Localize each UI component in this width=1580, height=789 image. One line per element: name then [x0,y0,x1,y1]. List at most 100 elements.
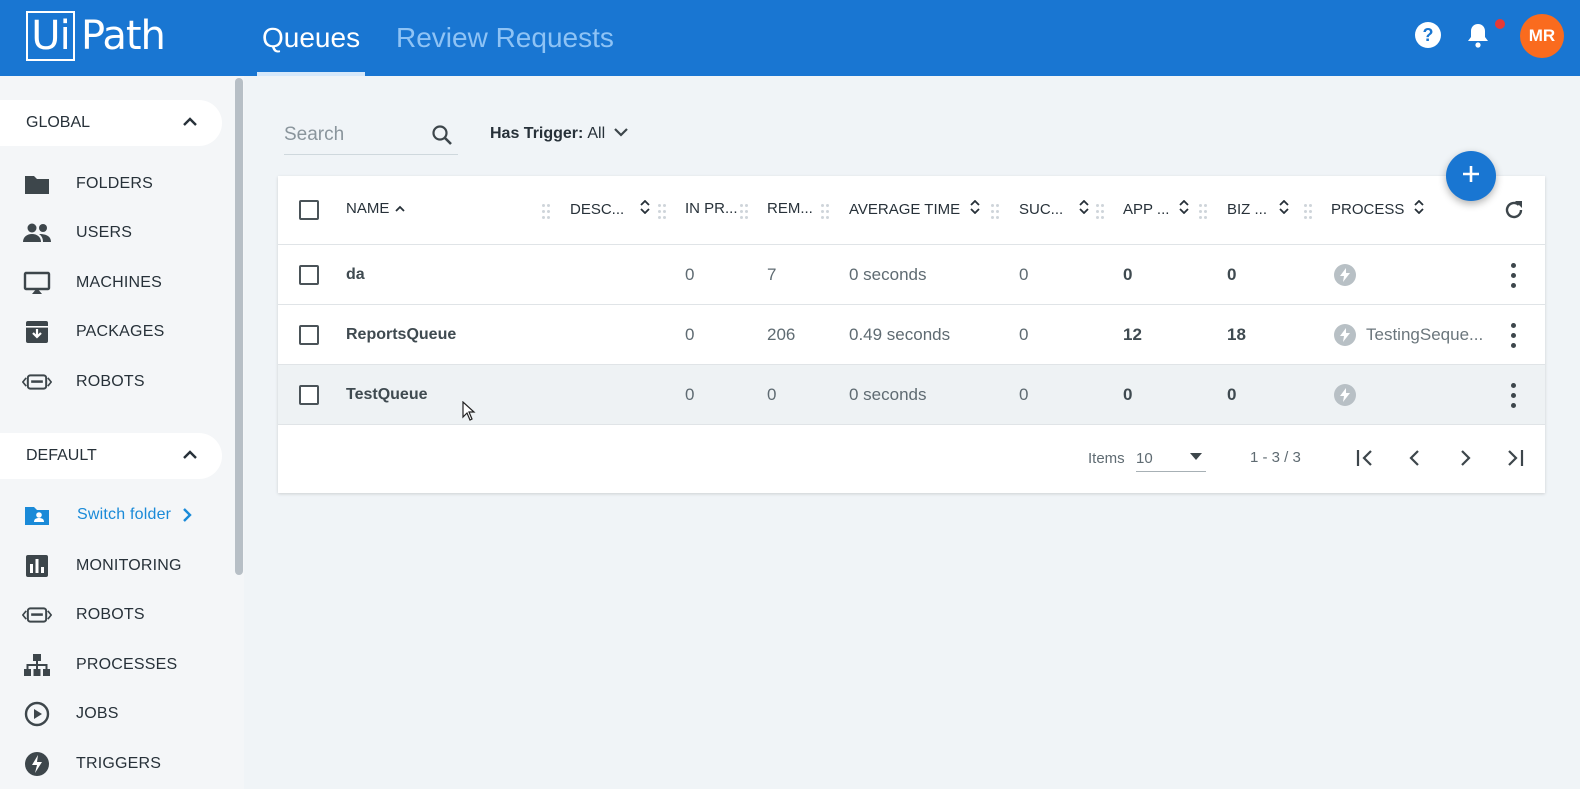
column-average-time[interactable]: AVERAGE TIME [849,199,980,218]
in-progress-value: 0 [685,265,695,284]
search-icon[interactable] [431,124,453,151]
sidebar-item-monitoring[interactable]: MONITORING [0,546,230,586]
help-icon[interactable]: ? [1413,20,1443,50]
sidebar-item-machines[interactable]: MACHINES [0,263,230,303]
previous-page-icon[interactable] [1402,446,1428,470]
more-vertical-icon[interactable] [1507,383,1521,409]
has-trigger-filter[interactable]: Has Trigger: All [490,125,629,143]
pagination: Items 10 1 - 3 / 3 [278,422,1545,492]
queue-name[interactable]: TestQueue [346,386,428,404]
tab-review-requests[interactable]: Review Requests [396,0,614,76]
robot-icon [22,370,52,394]
queue-name[interactable]: ReportsQueue [346,326,456,344]
biz-exceptions-value: 0 [1227,265,1237,284]
queues-table: NAME DESC... IN PR... REM... AVERAGE TIM… [278,176,1545,493]
biz-exceptions-value: 0 [1227,385,1237,404]
column-business-exceptions[interactable]: BIZ ... [1227,199,1289,218]
app-exceptions-value: 0 [1123,385,1133,404]
add-queue-button[interactable] [1446,151,1496,201]
sort-icon [970,199,980,218]
select-all-checkbox[interactable] [299,200,319,220]
search-field [284,117,458,155]
in-progress-value: 0 [685,385,695,404]
table-row[interactable]: da 0 7 0 seconds 0 0 0 [278,245,1545,305]
search-input[interactable] [284,121,424,149]
remaining-value: 0 [767,385,777,404]
sort-ascending-icon [395,200,405,217]
user-avatar[interactable]: MR [1520,14,1564,58]
biz-exceptions-value: 18 [1227,325,1246,344]
notification-badge [1494,18,1506,30]
in-progress-value: 0 [685,325,695,344]
column-app-exceptions[interactable]: APP ... [1123,199,1190,218]
dropdown-arrow-icon [1190,453,1202,460]
table-header: NAME DESC... IN PR... REM... AVERAGE TIM… [278,176,1545,245]
chevron-right-icon [181,507,193,528]
user-folder-icon [22,503,52,527]
column-resize-handle[interactable] [542,200,552,222]
average-time-value: 0.49 seconds [849,325,951,344]
sidebar-section-global[interactable]: GLOBAL [0,100,222,146]
table-row[interactable]: ReportsQueue 0 206 0.49 seconds 0 12 18 … [278,305,1545,365]
average-time-value: 0 seconds [849,265,927,284]
tab-queues[interactable]: Queues [256,0,366,76]
users-icon [22,221,52,245]
more-vertical-icon[interactable] [1507,263,1521,289]
column-resize-handle[interactable] [740,200,750,222]
average-time-value: 0 seconds [849,385,927,404]
uipath-logo[interactable]: Ui Path [26,11,166,61]
plus-icon [1461,164,1481,189]
row-checkbox[interactable] [299,385,319,405]
notifications-bell-icon[interactable] [1463,20,1493,50]
column-remaining[interactable]: REM... [767,200,813,217]
refresh-icon[interactable] [1502,198,1526,227]
folder-icon [22,172,52,196]
more-vertical-icon[interactable] [1507,323,1521,349]
app-exceptions-value: 12 [1123,325,1142,344]
sidebar-item-packages[interactable]: PACKAGES [0,312,230,352]
row-checkbox[interactable] [299,325,319,345]
chevron-up-icon [182,447,198,468]
first-page-icon[interactable] [1353,446,1379,470]
next-page-icon[interactable] [1452,446,1478,470]
trigger-bolt-icon [1334,324,1356,346]
sort-icon [1079,199,1089,218]
last-page-icon[interactable] [1501,446,1527,470]
column-in-progress[interactable]: IN PR... [685,200,738,217]
lightning-bolt-icon [22,752,52,776]
sidebar-item-jobs[interactable]: JOBS [0,694,230,734]
column-resize-handle[interactable] [1199,200,1209,222]
sort-icon [640,199,650,218]
sidebar-item-robots[interactable]: ROBOTS [0,595,230,635]
switch-folder-link[interactable]: Switch folder [0,495,230,535]
column-resize-handle[interactable] [1304,200,1314,222]
column-resize-handle[interactable] [658,200,668,222]
column-process[interactable]: PROCESS [1331,199,1424,218]
chevron-up-icon [182,114,198,135]
sidebar-item-users[interactable]: USERS [0,213,230,253]
page-size-select[interactable]: 10 [1136,442,1206,472]
sort-icon [1179,199,1190,218]
column-resize-handle[interactable] [991,200,1001,222]
column-description[interactable]: DESC... [570,199,650,218]
sidebar-item-triggers[interactable]: TRIGGERS [0,744,230,784]
sidebar-scrollbar[interactable] [235,78,243,575]
column-name[interactable]: NAME [346,200,405,217]
successful-value: 0 [1019,325,1029,344]
column-successful[interactable]: SUC... [1019,199,1089,218]
bar-chart-icon [22,554,52,578]
column-resize-handle[interactable] [1096,200,1106,222]
row-checkbox[interactable] [299,265,319,285]
play-circle-icon [22,701,52,727]
page-range: 1 - 3 / 3 [1250,449,1301,466]
queue-name[interactable]: da [346,266,365,284]
process-value[interactable]: TestingSeque... [1366,325,1483,345]
remaining-value: 7 [767,265,777,284]
sidebar-item-processes[interactable]: PROCESSES [0,645,230,685]
sidebar-item-folders[interactable]: FOLDERS [0,164,230,204]
trigger-bolt-icon [1334,384,1356,406]
column-resize-handle[interactable] [821,200,831,222]
sidebar-section-default[interactable]: DEFAULT [0,433,222,479]
sidebar-item-robots-global[interactable]: ROBOTS [0,362,230,402]
mouse-cursor-icon [462,400,476,426]
